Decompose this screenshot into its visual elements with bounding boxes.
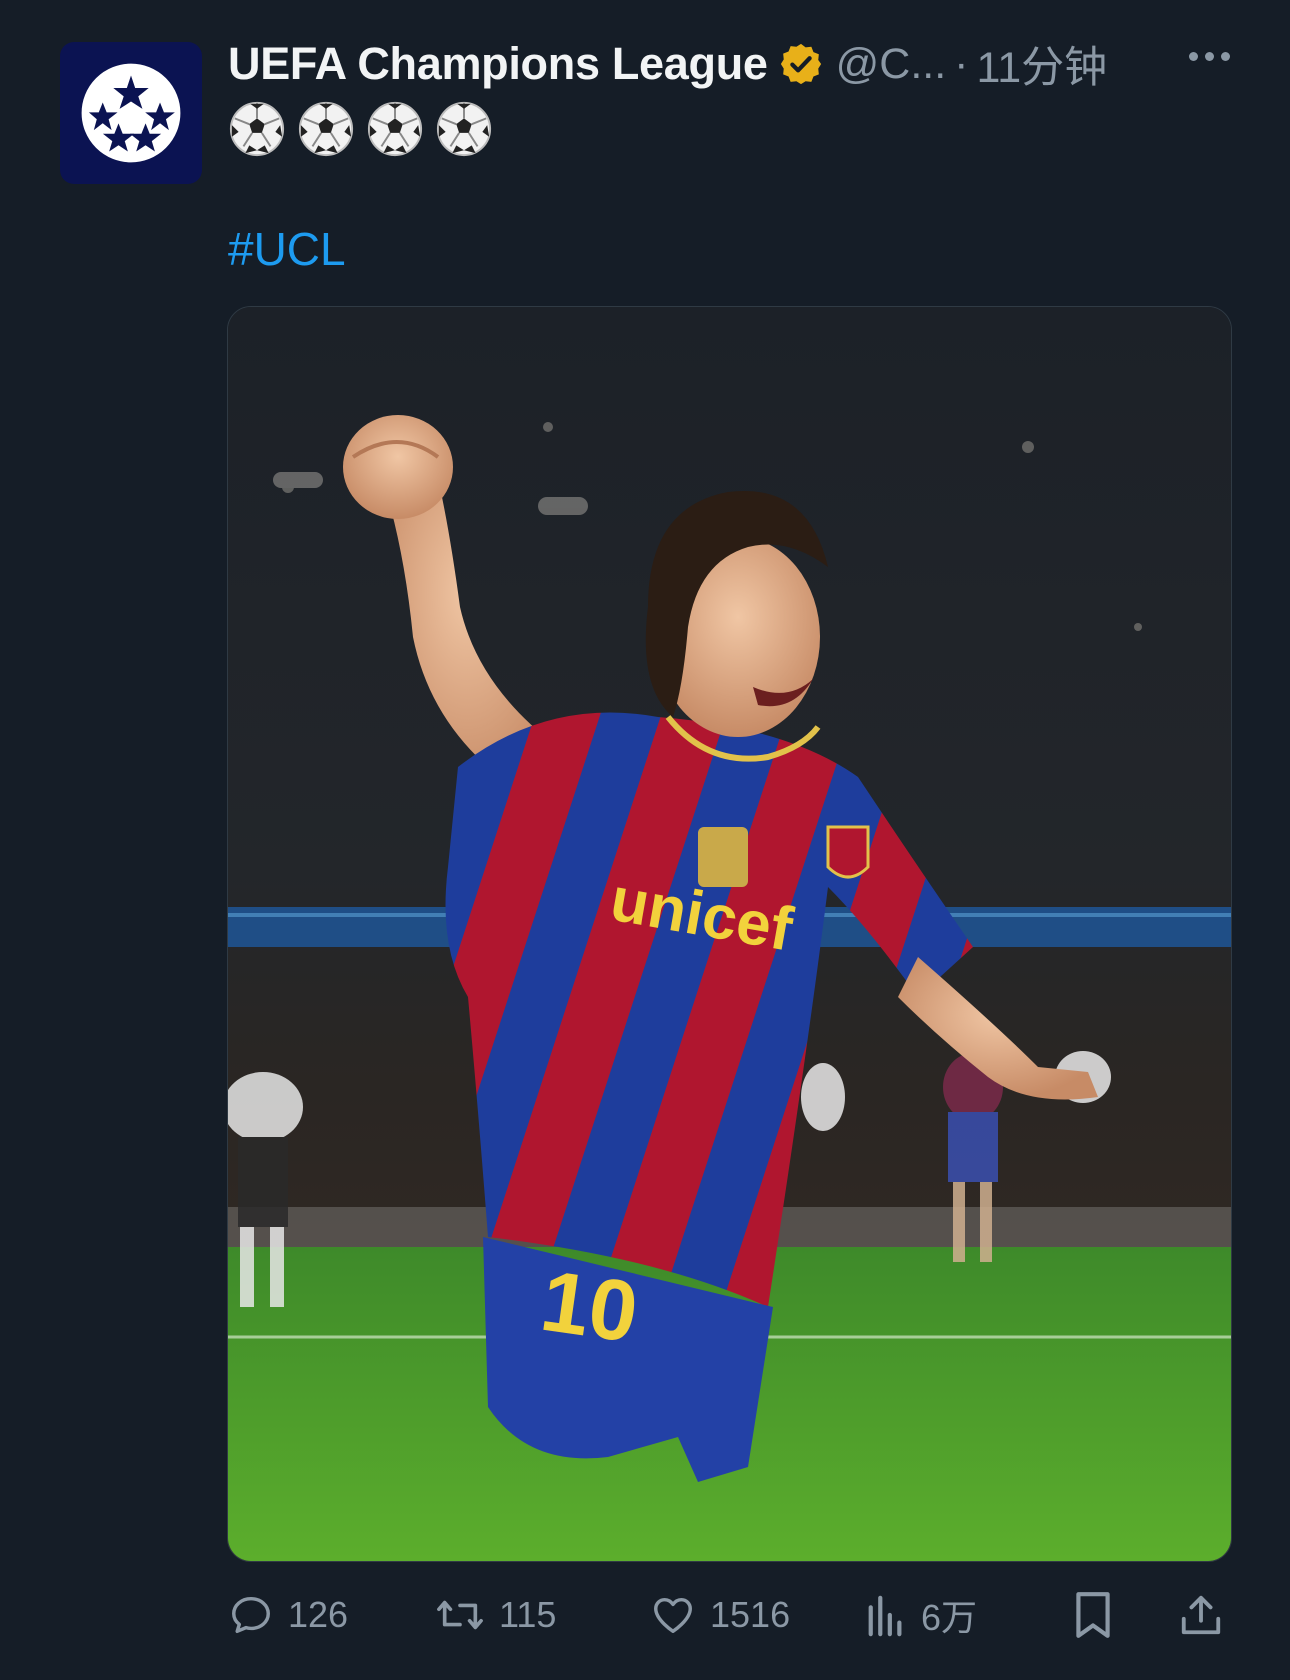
soccer-ball-icon xyxy=(367,101,423,157)
soccer-ball-icon xyxy=(436,101,492,157)
soccer-ball-icon xyxy=(298,101,354,157)
separator-dot: · xyxy=(954,39,969,88)
tweet-media-image[interactable]: unicef 10 xyxy=(227,306,1232,1562)
bookmark-icon xyxy=(1076,1592,1110,1638)
share-icon xyxy=(1181,1595,1221,1635)
verified-badge-icon xyxy=(778,41,824,87)
retweet-button[interactable]: 115 xyxy=(435,1580,556,1650)
author-handle[interactable]: @C... xyxy=(836,40,947,89)
author-avatar[interactable] xyxy=(60,42,202,184)
soccer-ball-icon xyxy=(229,101,285,157)
author-name[interactable]: UEFA Champions League xyxy=(228,38,768,90)
like-button[interactable]: 1516 xyxy=(650,1580,790,1650)
hashtag-link[interactable]: #UCL xyxy=(228,222,346,276)
reply-icon xyxy=(232,1596,270,1634)
views-button[interactable]: 6万 xyxy=(865,1580,977,1650)
reply-button[interactable]: 126 xyxy=(228,1580,348,1650)
tweet-text-emojis xyxy=(228,100,493,158)
heart-icon xyxy=(654,1597,692,1634)
starball-logo-icon xyxy=(81,63,181,163)
views-count: 6万 xyxy=(921,1597,978,1638)
share-button[interactable] xyxy=(1178,1580,1224,1650)
tweet-header: UEFA Champions League @C... · 11分钟 xyxy=(228,34,1230,94)
reply-count: 126 xyxy=(288,1594,349,1635)
retweet-count: 115 xyxy=(499,1594,557,1635)
bookmark-button[interactable] xyxy=(1072,1580,1114,1650)
tweet-time[interactable]: 11分钟 xyxy=(977,33,1108,95)
views-chart-icon xyxy=(868,1595,902,1637)
more-options-icon[interactable] xyxy=(1189,52,1230,61)
like-count: 1516 xyxy=(710,1594,791,1635)
retweet-icon xyxy=(437,1600,483,1630)
jersey-number-text: 10 xyxy=(535,1253,643,1361)
tweet-action-bar: 126 115 1516 6万 xyxy=(228,1580,1230,1650)
